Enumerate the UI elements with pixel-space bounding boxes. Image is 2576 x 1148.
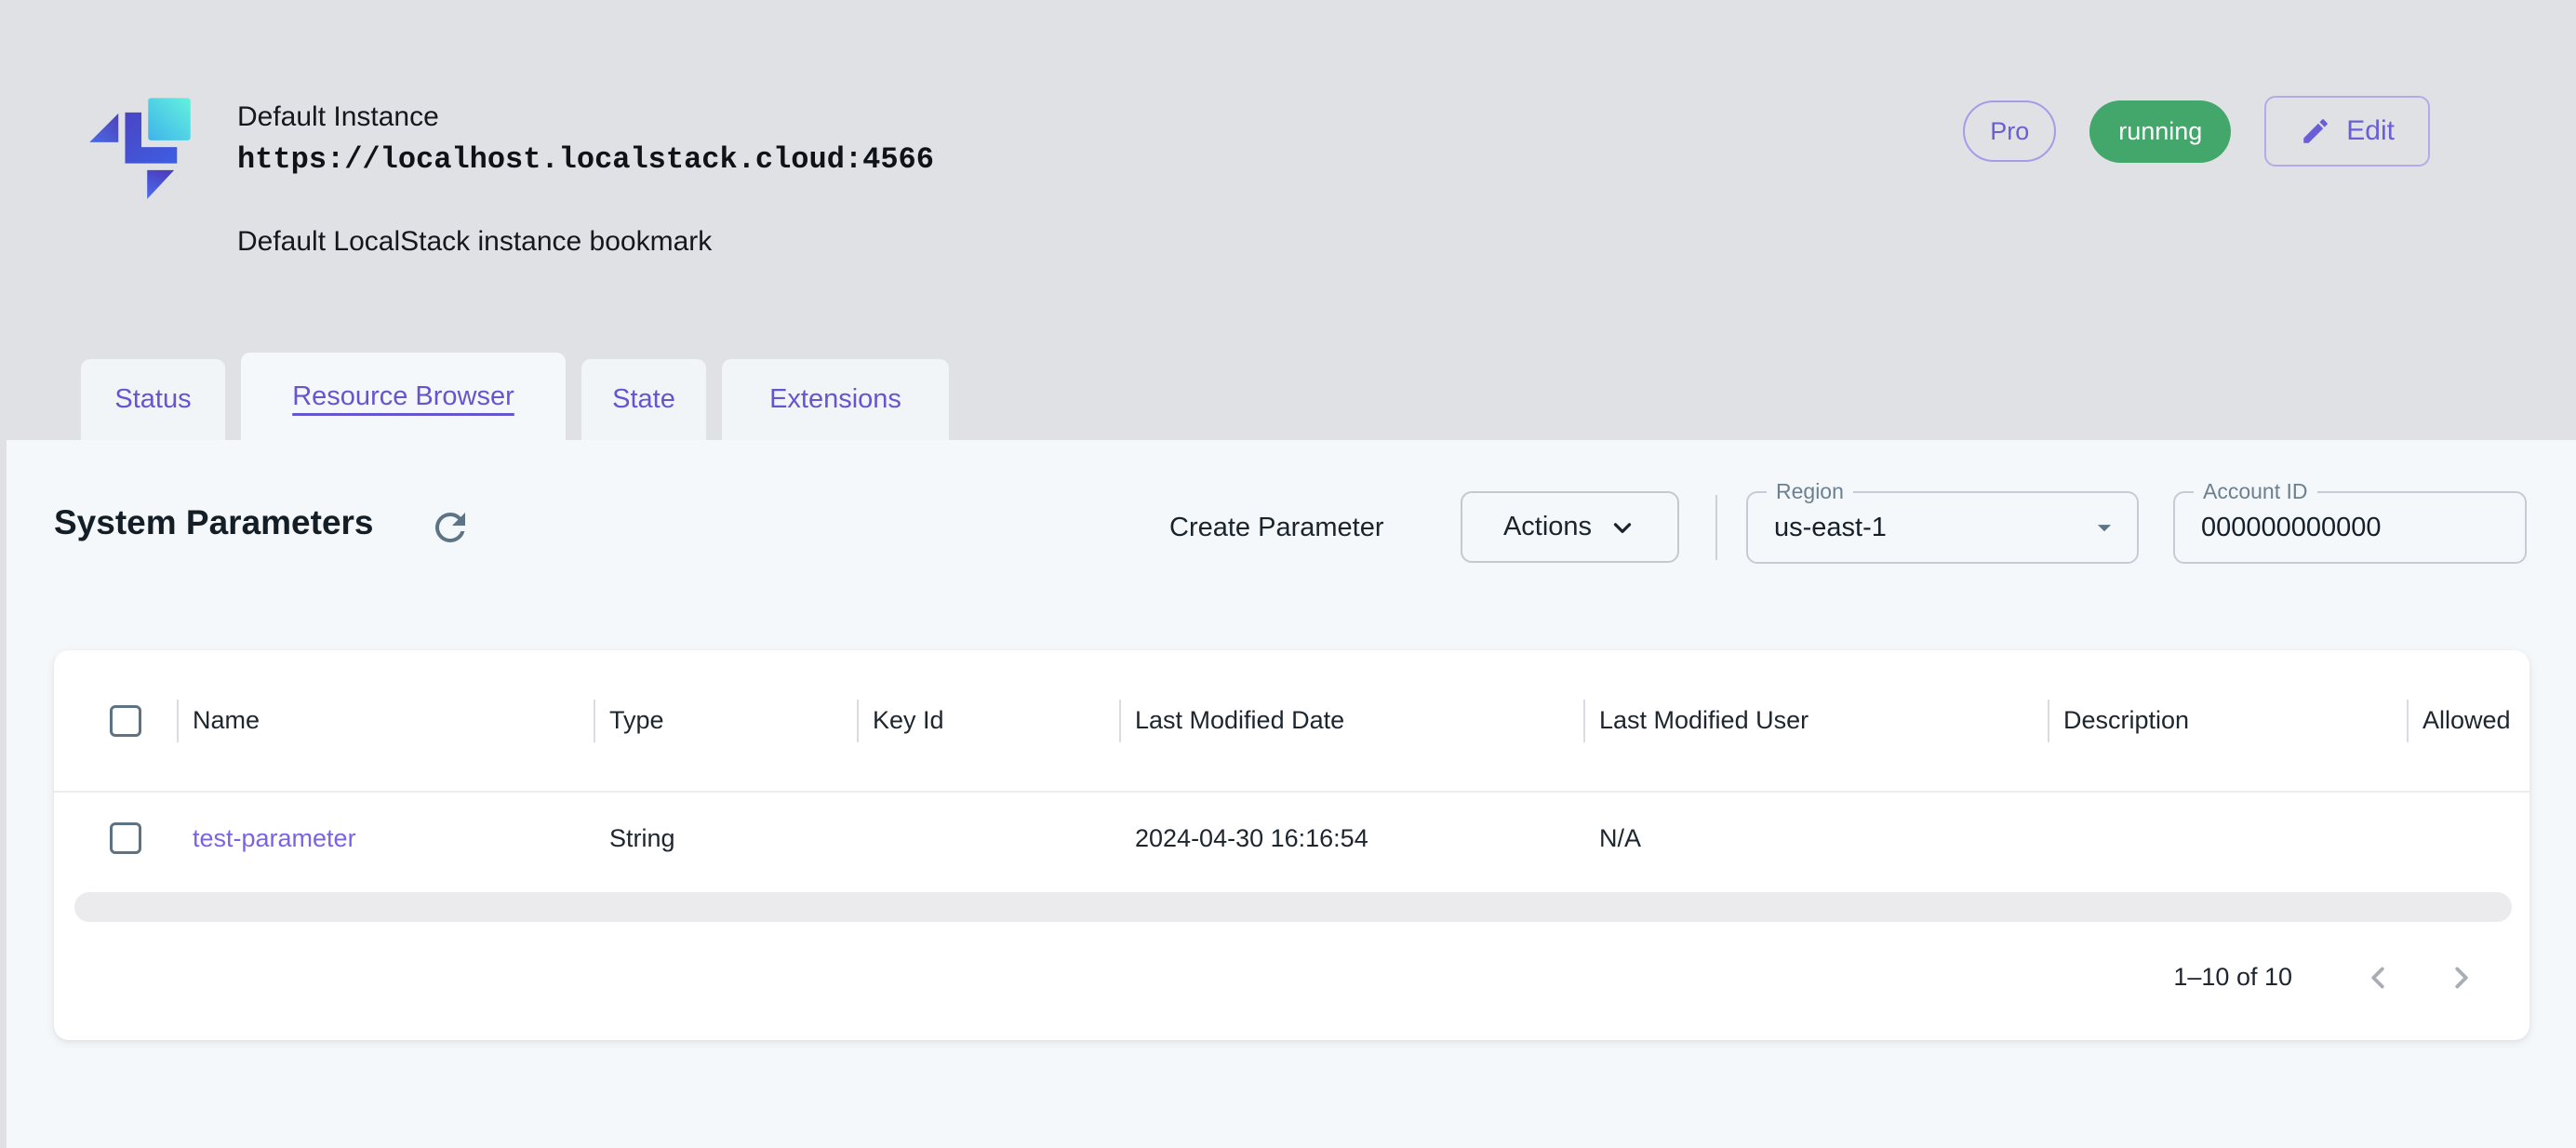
column-header-key-id: Key Id bbox=[857, 706, 1119, 735]
tab-extensions[interactable]: Extensions bbox=[722, 359, 949, 440]
horizontal-scroll-track bbox=[54, 884, 2529, 929]
instance-description: Default LocalStack instance bookmark bbox=[237, 223, 934, 260]
refresh-button[interactable] bbox=[428, 504, 474, 551]
instance-info: Default Instance https://localhost.local… bbox=[237, 99, 934, 260]
tab-resource-browser-label: Resource Browser bbox=[292, 381, 514, 412]
column-header-type: Type bbox=[594, 706, 857, 735]
region-select-value: us-east-1 bbox=[1774, 493, 1887, 562]
parameter-name-link[interactable]: test-parameter bbox=[193, 824, 356, 852]
tab-status-label: Status bbox=[114, 384, 191, 415]
cell-name: test-parameter bbox=[177, 824, 594, 853]
select-all-checkbox[interactable] bbox=[110, 705, 141, 737]
instance-tabs: Status Resource Browser State Extensions bbox=[81, 353, 949, 440]
row-checkbox[interactable] bbox=[110, 822, 141, 854]
status-badge-label: running bbox=[2118, 117, 2202, 146]
localstack-instance-page: Default Instance https://localhost.local… bbox=[0, 0, 2576, 1148]
column-header-allowed: Allowed bbox=[2407, 706, 2529, 735]
dropdown-arrow-icon bbox=[2089, 512, 2120, 543]
refresh-icon bbox=[428, 505, 474, 550]
pencil-icon bbox=[2300, 115, 2331, 147]
page-title: System Parameters bbox=[54, 503, 374, 542]
column-header-description: Description bbox=[2048, 706, 2407, 735]
account-id-field[interactable]: Account ID 000000000000 bbox=[2173, 491, 2527, 564]
tab-extensions-label: Extensions bbox=[769, 384, 901, 415]
tab-state-label: State bbox=[612, 384, 675, 415]
table-header-row: Name Type Key Id Last Modified Date Last… bbox=[54, 650, 2529, 793]
status-badge: running bbox=[2089, 100, 2231, 163]
tab-status[interactable]: Status bbox=[81, 359, 225, 440]
pro-badge: Pro bbox=[1963, 100, 2056, 162]
header-checkbox-cell bbox=[54, 705, 177, 737]
chevron-right-icon bbox=[2444, 960, 2479, 995]
actions-button[interactable]: Actions bbox=[1461, 491, 1679, 563]
previous-page-button[interactable] bbox=[2357, 957, 2398, 998]
horizontal-scrollbar[interactable] bbox=[74, 892, 2512, 922]
tab-resource-browser[interactable]: Resource Browser bbox=[241, 353, 566, 440]
cell-type: String bbox=[594, 824, 857, 853]
column-header-last-modified-user: Last Modified User bbox=[1583, 706, 2048, 735]
localstack-logo-icon bbox=[86, 87, 195, 207]
pro-badge-label: Pro bbox=[1990, 117, 2029, 146]
cell-last-modified-date: 2024-04-30 16:16:54 bbox=[1119, 824, 1583, 853]
tab-state[interactable]: State bbox=[581, 359, 706, 440]
instance-name: Default Instance bbox=[237, 99, 934, 136]
next-page-button[interactable] bbox=[2441, 957, 2482, 998]
table-row: test-parameter String 2024-04-30 16:16:5… bbox=[54, 793, 2529, 884]
create-parameter-button[interactable]: Create Parameter bbox=[1169, 507, 1384, 548]
row-checkbox-cell bbox=[54, 822, 177, 854]
pagination-range-label: 1–10 of 10 bbox=[2173, 963, 2292, 992]
chevron-down-icon bbox=[1608, 514, 1636, 541]
instance-url: https://localhost.localstack.cloud:4566 bbox=[237, 140, 934, 180]
column-header-last-modified-date: Last Modified Date bbox=[1119, 706, 1583, 735]
region-select[interactable]: Region us-east-1 bbox=[1746, 491, 2139, 564]
edit-button-label: Edit bbox=[2346, 115, 2395, 147]
edit-button[interactable]: Edit bbox=[2264, 96, 2430, 167]
pagination-bar: 1–10 of 10 bbox=[54, 929, 2529, 1040]
column-header-name: Name bbox=[177, 706, 594, 735]
actions-button-label: Actions bbox=[1503, 512, 1592, 542]
header-badges: Pro running Edit bbox=[1963, 96, 2430, 167]
account-id-value: 000000000000 bbox=[2201, 493, 2382, 562]
toolbar-divider bbox=[1715, 495, 1717, 560]
cell-last-modified-user: N/A bbox=[1583, 824, 2048, 853]
chevron-left-icon bbox=[2360, 960, 2396, 995]
parameters-table-card: Name Type Key Id Last Modified Date Last… bbox=[54, 650, 2529, 1040]
